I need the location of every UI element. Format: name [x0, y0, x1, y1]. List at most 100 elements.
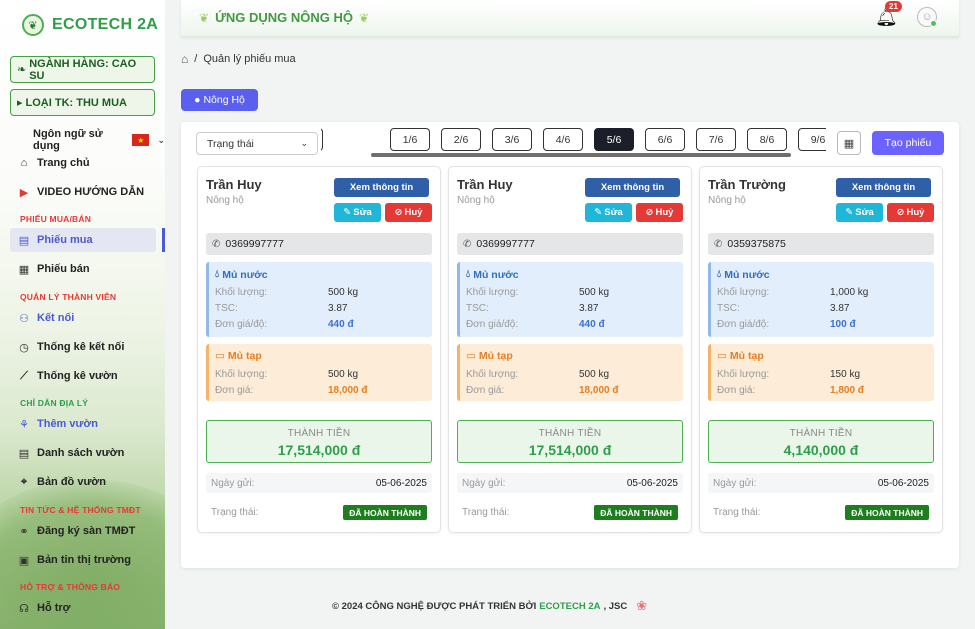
nav-garden-map-label: Bản đồ vườn [37, 476, 106, 488]
date-chip[interactable]: 9/6 [798, 128, 826, 151]
latex-weight-label: Khối lượng: [466, 287, 519, 298]
latex-tsc-value: 3.87 [579, 303, 599, 314]
nav-garden-stats[interactable]: ⟋ Thống kê vườn [10, 364, 156, 388]
box-icon: ▭ [466, 350, 476, 362]
latex-title-text: Mủ nước [724, 268, 770, 281]
lump-title: ▭ Mủ tạp [466, 350, 513, 362]
nav-garden-map[interactable]: ⌖ Bản đồ vườn [10, 470, 156, 494]
farmer-role: Nông hộ [708, 195, 746, 206]
total-value: 17,514,000 đ [277, 442, 361, 458]
view-info-button[interactable]: Xem thông tin [585, 178, 680, 197]
create-slip-button[interactable]: Tạo phiếu [872, 131, 944, 155]
status-badge: ĐÃ HOÀN THÀNH [845, 505, 929, 520]
box-icon: ▭ [717, 350, 727, 362]
avatar[interactable]: ☺ [917, 7, 937, 27]
date-strip-scrollbar[interactable] [371, 153, 791, 157]
total-value: 4,140,000 đ [783, 442, 859, 458]
home-icon[interactable]: ⌂ [181, 52, 188, 66]
view-info-button[interactable]: Xem thông tin [334, 178, 429, 197]
total-box: THÀNH TIỀN 17,514,000 đ [206, 420, 432, 463]
nav-purchase-slip[interactable]: ▤ Phiếu mua [10, 228, 165, 252]
latex-price-label: Đơn giá/độ: [466, 319, 519, 330]
view-info-button[interactable]: Xem thông tin [836, 178, 931, 197]
chart-line-icon: ⟋ [20, 369, 28, 382]
date-chip[interactable]: 6/6 [645, 128, 685, 151]
edit-button[interactable]: ✎ Sửa [334, 203, 381, 222]
nav-garden-list[interactable]: ▤ Danh sách vườn [10, 441, 156, 465]
latex-price-value: 440 đ [579, 319, 605, 330]
farmer-name: Trần Huy [206, 177, 262, 192]
nav-connect-stats[interactable]: ◷ Thống kê kết nối [10, 335, 156, 359]
date-chip[interactable]: 1/6 [390, 128, 430, 151]
purchase-card: Trần Huy Nông hộ Xem thông tin ✎ Sửa ⊘ Huỷ… [448, 166, 692, 533]
lump-price-value: 18,000 đ [579, 385, 619, 396]
date-chip[interactable]: 8/6 [747, 128, 787, 151]
lump-price-row: Đơn giá: 1,800 đ [717, 385, 927, 398]
latex-price-row: Đơn giá/độ: 100 đ [717, 319, 927, 332]
map-pin-icon: ⌖ [20, 475, 28, 488]
user-icon: ● [194, 94, 201, 106]
role-button[interactable]: ● Nông Hộ [181, 89, 258, 111]
lump-title: ▭ Mủ tạp [717, 350, 764, 362]
edit-button[interactable]: ✎ Sửa [585, 203, 632, 222]
breadcrumb-current: Quản lý phiếu mua [203, 53, 296, 65]
language-selector[interactable]: Ngôn ngữ sử dụng ★ ⌄ [33, 128, 165, 152]
nav-register-ecommerce[interactable]: ⚭ Đăng ký sàn TMĐT [10, 519, 156, 543]
date-chip-partial[interactable] [321, 128, 323, 151]
date-chip[interactable]: 5/6 [594, 128, 634, 151]
brand[interactable]: ❦ ECOTECH 2A [22, 14, 158, 36]
nav-add-garden[interactable]: ⚘ Thêm vườn [10, 412, 156, 436]
sector-button[interactable]: ❧ NGÀNH HÀNG: CAO SU [10, 56, 155, 83]
nav-support[interactable]: ☊ Hỗ trợ [10, 596, 156, 620]
latex-tsc-row: TSC: 3.87 [215, 303, 425, 316]
list-icon: ▤ [18, 447, 30, 460]
latex-weight-label: Khối lượng: [717, 287, 770, 298]
link-icon: ⚭ [19, 525, 29, 538]
edit-button[interactable]: ✎ Sửa [836, 203, 883, 222]
latex-tsc-row: TSC: 3.87 [466, 303, 676, 316]
cancel-button[interactable]: ⊘ Huỷ [385, 203, 432, 222]
edit-icon: ✎ [594, 207, 603, 218]
latex-title: 💧︎ Mủ nước [717, 268, 770, 281]
nav-connect-stats-label: Thống kê kết nối [37, 341, 125, 353]
nav-home[interactable]: ⌂ Trang chủ [10, 151, 156, 175]
purchase-panel: Trạng thái ⌄ 1/6 2/6 3/6 4/6 5/6 6/6 7/6 8/6 9/6… [181, 122, 959, 568]
nav-video-guide[interactable]: ▶ VIDEO HƯỚNG DẪN [10, 180, 156, 204]
calendar-icon: ▦ [843, 137, 855, 150]
status-row: Trạng thái: ĐÃ HOÀN THÀNH [206, 501, 432, 523]
nav-market-news[interactable]: ▣ Bản tin thị trường [10, 548, 156, 572]
cancel-button[interactable]: ⊘ Huỷ [887, 203, 934, 222]
lump-section: ▭ Mủ tạp Khối lượng: 500 kg Đơn giá: 18,000… [206, 344, 432, 401]
date-chip[interactable]: 7/6 [696, 128, 736, 151]
nav-register-label: Đăng ký sàn TMĐT [37, 525, 136, 537]
purchase-card: Trần Trường Nông hộ Xem thông tin ✎ Sửa ⊘… [699, 166, 943, 533]
status-label: Trạng thái: [713, 507, 761, 518]
status-filter-select[interactable]: Trạng thái ⌄ [196, 132, 318, 155]
nav-connect[interactable]: ⚇ Kết nối [10, 306, 156, 330]
date-chip[interactable]: 2/6 [441, 128, 481, 151]
calendar-button[interactable]: ▦ [837, 131, 861, 155]
lump-weight-row: Khối lượng: 150 kg [717, 369, 927, 382]
phone-box: ✆ 0369997777 [457, 233, 683, 255]
section-purchase: PHIẾU MUA/BÁN [20, 214, 92, 224]
cancel-button[interactable]: ⊘ Huỷ [636, 203, 683, 222]
latex-price-label: Đơn giá/độ: [717, 319, 770, 330]
lump-weight-value: 500 kg [328, 369, 359, 380]
lump-weight-row: Khối lượng: 500 kg [215, 369, 425, 382]
latex-weight-value: 500 kg [328, 287, 359, 298]
lump-price-label: Đơn giá: [466, 385, 505, 396]
date-chip[interactable]: 4/6 [543, 128, 583, 151]
breadcrumb-separator: / [194, 53, 198, 65]
latex-tsc-label: TSC: [717, 303, 740, 314]
nav-sale-slip[interactable]: ▦ Phiếu bán [10, 257, 156, 281]
latex-tsc-value: 3.87 [830, 303, 850, 314]
leaf-icon: ❧ [17, 64, 27, 76]
lump-weight-label: Khối lượng: [466, 369, 519, 380]
latex-weight-value: 500 kg [579, 287, 610, 298]
date-chip[interactable]: 3/6 [492, 128, 532, 151]
account-type-button[interactable]: ▸ LOẠI TK: THU MUA [10, 89, 155, 116]
nav-add-garden-label: Thêm vườn [37, 418, 99, 430]
status-badge: ĐÃ HOÀN THÀNH [594, 505, 678, 520]
sent-date-value: 05-06-2025 [375, 478, 427, 489]
latex-price-value: 100 đ [830, 319, 856, 330]
